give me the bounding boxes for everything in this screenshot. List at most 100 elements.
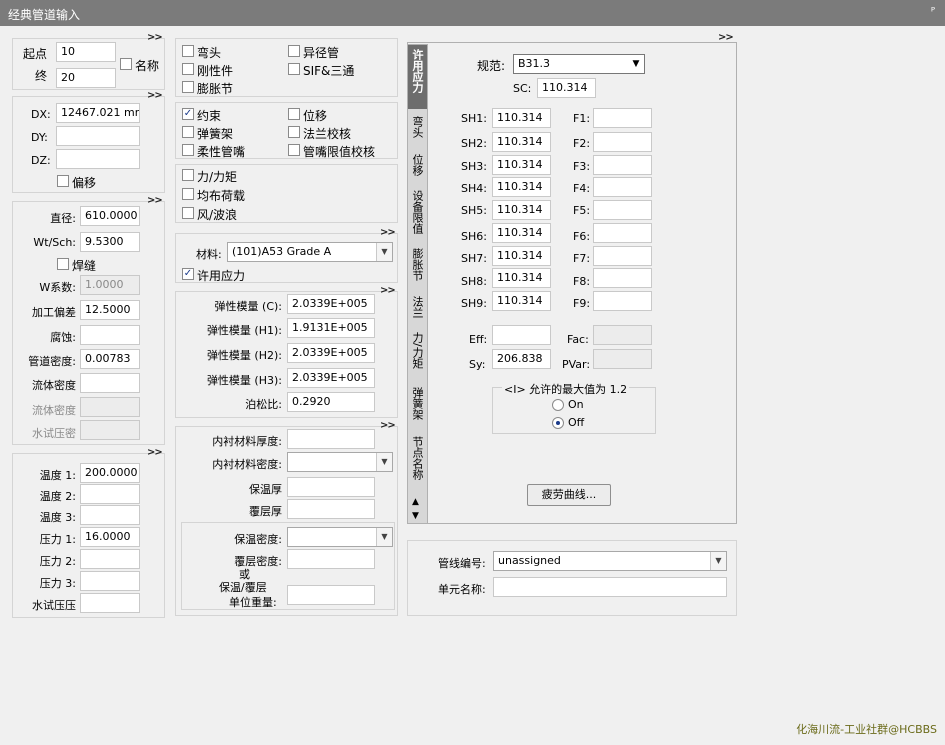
- flange-checkbox[interactable]: [288, 126, 300, 138]
- collapse-material-icon[interactable]: >>: [380, 227, 396, 238]
- tab-allowable-stress[interactable]: 许用应力: [408, 45, 427, 109]
- rigid-checkbox[interactable]: [182, 63, 194, 75]
- ec-input[interactable]: 2.0339E+005: [287, 294, 375, 314]
- sh8-input[interactable]: 110.314: [492, 268, 551, 288]
- expansion-checkbox[interactable]: [182, 81, 194, 93]
- collapse-lining-icon[interactable]: >>: [380, 420, 396, 431]
- tab-equipment-limit[interactable]: 设备限值: [408, 186, 427, 242]
- off-radio[interactable]: [552, 417, 564, 429]
- eh3-label: 弹性模量 (H3):: [206, 374, 282, 387]
- collapse-pipe-icon[interactable]: >>: [147, 195, 163, 206]
- f8-input[interactable]: [593, 268, 652, 288]
- temp3-input[interactable]: [80, 505, 140, 525]
- collapse-delta-icon[interactable]: >>: [147, 90, 163, 101]
- tab-displacement[interactable]: 位移: [408, 150, 427, 186]
- collapse-nodes-icon[interactable]: >>: [147, 32, 163, 43]
- uniform-load-checkbox[interactable]: [182, 188, 194, 200]
- insulation-density-select[interactable]: ▼: [287, 527, 393, 547]
- weld-checkbox[interactable]: [57, 258, 69, 270]
- element-name-input[interactable]: [493, 577, 727, 597]
- tab-hanger[interactable]: 弹簧架: [408, 383, 427, 429]
- tab-bend[interactable]: 弯头: [408, 112, 427, 148]
- sy-input[interactable]: 206.838: [492, 349, 551, 369]
- hanger-checkbox[interactable]: [182, 126, 194, 138]
- wind-checkbox[interactable]: [182, 207, 194, 219]
- sh5-input[interactable]: 110.314: [492, 200, 551, 220]
- tab-node-name[interactable]: 节点名称: [408, 432, 427, 488]
- sh7-input[interactable]: 110.314: [492, 246, 551, 266]
- offset-checkbox[interactable]: [57, 175, 69, 187]
- displacement-checkbox[interactable]: [288, 108, 300, 120]
- allowable-stress-checkbox[interactable]: ✓: [182, 268, 194, 280]
- restraint-checkbox[interactable]: ✓: [182, 108, 194, 120]
- corrosion-input[interactable]: [80, 325, 140, 345]
- nozzle-limit-label: 管嘴限值校核: [303, 145, 376, 159]
- pipe-density-input[interactable]: 0.00783: [80, 349, 140, 369]
- lining-thickness-input[interactable]: [287, 429, 375, 449]
- unit-weight-input[interactable]: [287, 585, 375, 605]
- temp2-input[interactable]: [80, 484, 140, 504]
- tab-flange[interactable]: 法兰: [408, 292, 427, 326]
- flex-nozzle-checkbox[interactable]: [182, 144, 194, 156]
- fatigue-curve-button[interactable]: 疲劳曲线...: [527, 484, 611, 506]
- material-select[interactable]: (101)A53 Grade A ▼: [227, 242, 393, 262]
- bend-checkbox[interactable]: [182, 45, 194, 57]
- tab-scroll-up-icon[interactable]: ▲: [412, 497, 419, 507]
- diameter-input[interactable]: 610.0000: [80, 206, 140, 226]
- poisson-input[interactable]: 0.2920: [287, 392, 375, 412]
- f9-input[interactable]: [593, 291, 652, 311]
- insulation-thickness-input[interactable]: [287, 477, 375, 497]
- f5-input[interactable]: [593, 200, 652, 220]
- hydro-pressure-input[interactable]: [80, 593, 140, 613]
- from-node-input[interactable]: 10: [56, 42, 116, 62]
- on-radio[interactable]: [552, 399, 564, 411]
- eh3-input[interactable]: 2.0339E+005: [287, 368, 375, 388]
- line-number-select[interactable]: unassigned ▼: [493, 551, 727, 571]
- tab-expansion-joint[interactable]: 膨胀节: [408, 244, 427, 290]
- f6-input[interactable]: [593, 223, 652, 243]
- cladding-density-input[interactable]: [287, 549, 375, 569]
- fluid-density-input[interactable]: [80, 373, 140, 393]
- press2-input[interactable]: [80, 549, 140, 569]
- sc-input[interactable]: 110.314: [537, 78, 596, 98]
- nozzle-limit-checkbox[interactable]: [288, 144, 300, 156]
- mill-tolerance-input[interactable]: 12.5000: [80, 300, 140, 320]
- dx-input[interactable]: 12467.021 mm: [56, 103, 140, 123]
- temp1-input[interactable]: 200.0000: [80, 463, 140, 483]
- sh9-input[interactable]: 110.314: [492, 291, 551, 311]
- reducer-checkbox[interactable]: [288, 45, 300, 57]
- to-node-input[interactable]: 20: [56, 68, 116, 88]
- collapse-temp-icon[interactable]: >>: [147, 447, 163, 458]
- lining-density-select[interactable]: ▼: [287, 452, 393, 472]
- eh1-input[interactable]: 1.9131E+005: [287, 318, 375, 338]
- sif-checkbox[interactable]: [288, 63, 300, 75]
- f2-input[interactable]: [593, 132, 652, 152]
- hydro-pressure-label: 水试压压: [32, 599, 76, 612]
- dy-input[interactable]: [56, 126, 140, 146]
- sh4-input[interactable]: 110.314: [492, 177, 551, 197]
- sh5-label: SH5:: [461, 204, 487, 217]
- name-checkbox[interactable]: [120, 58, 132, 70]
- pin-icon[interactable]: ᴾ: [931, 5, 935, 18]
- wall-thickness-input[interactable]: 9.5300: [80, 232, 140, 252]
- radio-selected-dot: [556, 421, 560, 425]
- tab-scroll-down-icon[interactable]: ▼: [412, 511, 419, 521]
- tab-force[interactable]: 力/力矩: [408, 328, 427, 382]
- press1-input[interactable]: 16.0000: [80, 527, 140, 547]
- eff-input[interactable]: [492, 325, 551, 345]
- eh2-input[interactable]: 2.0339E+005: [287, 343, 375, 363]
- sh6-input[interactable]: 110.314: [492, 223, 551, 243]
- f3-input[interactable]: [593, 155, 652, 175]
- collapse-elastic-icon[interactable]: >>: [380, 285, 396, 296]
- cladding-thickness-input[interactable]: [287, 499, 375, 519]
- dz-input[interactable]: [56, 149, 140, 169]
- f7-input[interactable]: [593, 246, 652, 266]
- force-checkbox[interactable]: [182, 169, 194, 181]
- press3-input[interactable]: [80, 571, 140, 591]
- sh3-input[interactable]: 110.314: [492, 155, 551, 175]
- sh1-input[interactable]: 110.314: [492, 108, 551, 128]
- f1-input[interactable]: [593, 108, 652, 128]
- code-select[interactable]: B31.3 ▼: [513, 54, 645, 74]
- sh2-input[interactable]: 110.314: [492, 132, 551, 152]
- f4-input[interactable]: [593, 177, 652, 197]
